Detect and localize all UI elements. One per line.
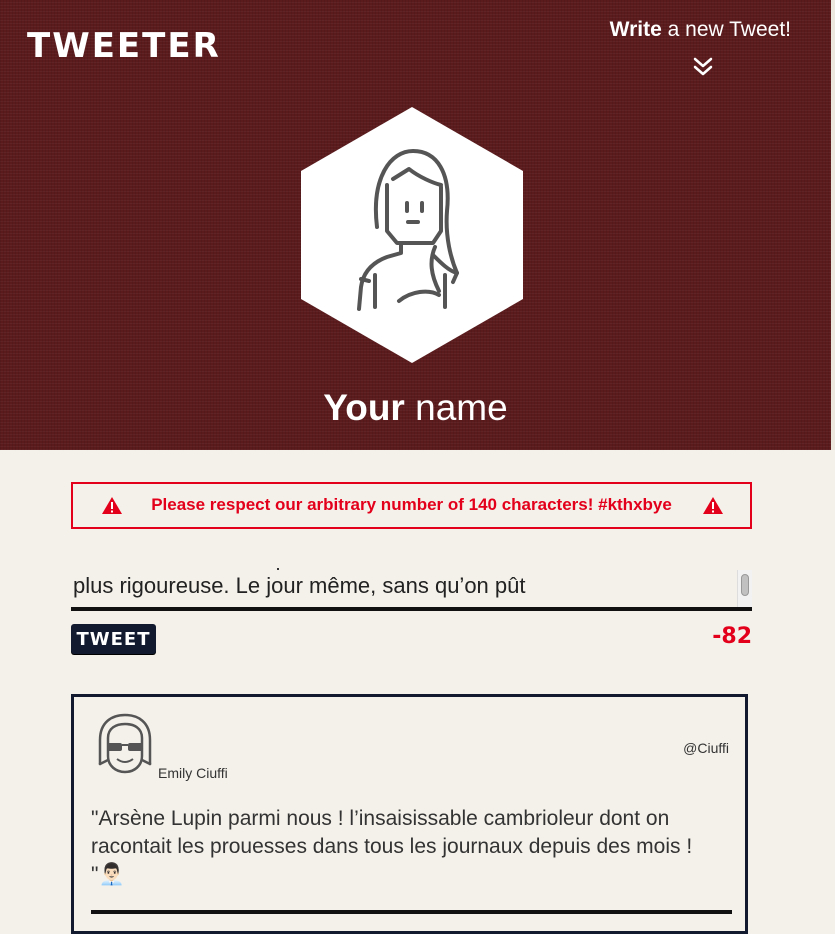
tweet-divider — [91, 910, 732, 914]
tweet-card: Emily Ciuffi @Ciuffi "Arsène Lupin parmi… — [71, 694, 748, 934]
page-edge — [831, 0, 835, 450]
tweet-author-handle: @Ciuffi — [683, 740, 729, 756]
profile-name-text: name — [404, 387, 508, 428]
text-cursor-mark — [277, 568, 279, 570]
scrollbar-thumb[interactable] — [741, 574, 749, 596]
write-new-tweet-link[interactable]: Write a new Tweet! — [610, 16, 791, 44]
profile-avatar — [301, 107, 523, 363]
tweet-author-name: Emily Ciuffi — [158, 765, 228, 781]
tweet-button[interactable]: TWEET — [71, 624, 156, 654]
tweet-textarea[interactable]: plus rigoureuse. Le jour même, sans qu’o… — [71, 560, 752, 611]
error-banner: Please respect our arbitrary number of 1… — [71, 482, 752, 529]
app-logo[interactable]: TWEETER — [27, 26, 221, 66]
compose-link-bold: Write — [609, 18, 662, 41]
character-counter: -82 — [712, 624, 752, 649]
double-chevron-down-icon[interactable] — [692, 56, 714, 78]
compose-link-text: a new Tweet! — [661, 18, 791, 41]
profile-name: Your name — [0, 384, 831, 432]
error-message: Please respect our arbitrary number of 1… — [151, 495, 672, 514]
tweet-textarea-text: plus rigoureuse. Le jour même, sans qu’o… — [73, 573, 526, 598]
profile-header: TWEETER Write a new Tweet! Your name — [0, 0, 831, 450]
warning-icon — [703, 497, 723, 514]
profile-name-bold: Your — [323, 387, 405, 428]
user-avatar — [98, 713, 152, 774]
tweet-content: "Arsène Lupin parmi nous ! l’insaisissab… — [91, 807, 693, 886]
textarea-scrollbar[interactable] — [737, 570, 752, 607]
